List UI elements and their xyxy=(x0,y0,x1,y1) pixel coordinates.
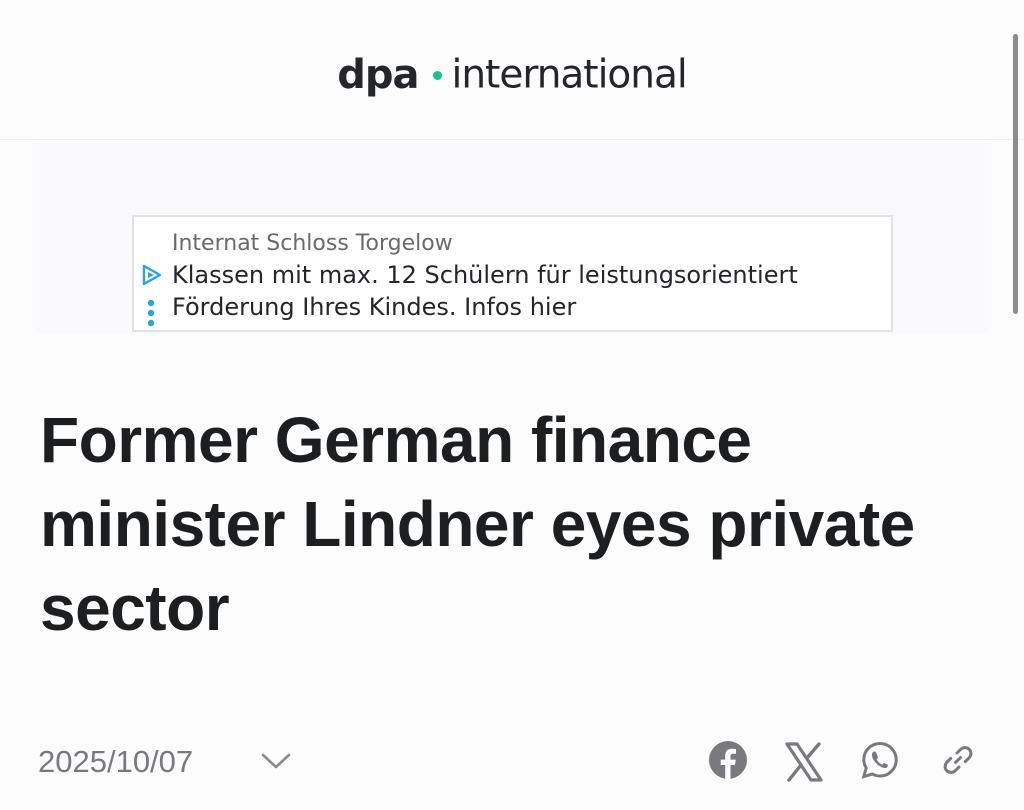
logo-sub: international xyxy=(451,52,688,98)
ad-text-line-2: Förderung Ihres Kindes. Infos hier xyxy=(172,293,577,321)
article-meta: 2025/10/07 xyxy=(38,740,998,790)
scrollbar[interactable] xyxy=(1013,34,1018,314)
link-icon[interactable] xyxy=(940,742,976,778)
publish-date: 2025/10/07 xyxy=(38,744,194,779)
site-logo[interactable]: dpa international xyxy=(0,52,1024,98)
chevron-down-icon[interactable] xyxy=(260,750,292,772)
site-header: dpa international xyxy=(0,0,1024,140)
whatsapp-icon[interactable] xyxy=(860,740,900,780)
facebook-icon[interactable] xyxy=(708,740,748,780)
logo-dot xyxy=(432,70,442,80)
ad-banner[interactable]: Internat Schloss Torgelow Klassen mit ma… xyxy=(132,215,893,332)
ad-text-line-1: Klassen mit max. 12 Schülern für leistun… xyxy=(172,261,798,289)
ad-options-icon[interactable] xyxy=(147,299,155,327)
x-icon[interactable] xyxy=(784,742,824,782)
ad-advertiser: Internat Schloss Torgelow xyxy=(172,231,453,256)
article-headline: Former German finance minister Lindner e… xyxy=(40,404,915,644)
adchoices-play-icon[interactable] xyxy=(140,263,164,287)
logo-brand: dpa xyxy=(337,52,419,98)
